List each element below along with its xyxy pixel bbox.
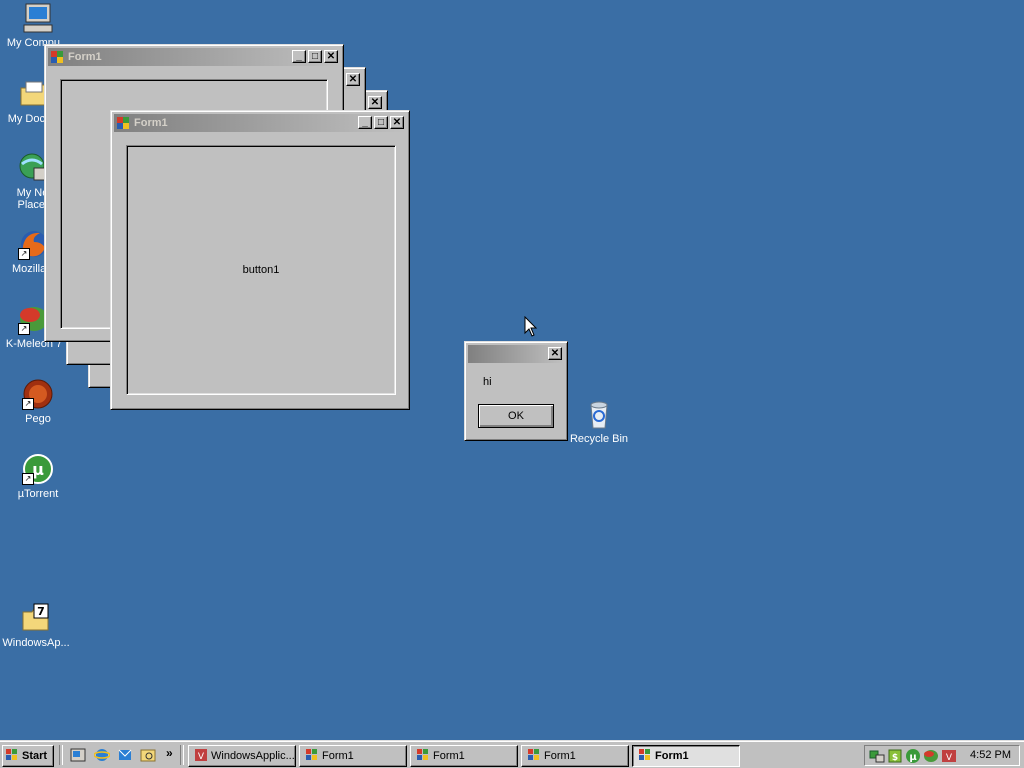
button1-label: button1 xyxy=(242,264,280,276)
form-icon xyxy=(116,116,130,130)
shortcut-arrow-icon: ↗ xyxy=(18,323,30,335)
close-button[interactable]: ✕ xyxy=(548,347,562,360)
show-desktop-icon[interactable] xyxy=(70,747,86,763)
form-icon xyxy=(639,748,651,760)
button1-button[interactable]: button1 xyxy=(126,145,396,395)
quicklaunch-more-icon[interactable]: » xyxy=(166,746,173,760)
utorrent-tray-icon[interactable]: µ xyxy=(905,748,921,764)
folder-icon: 7 xyxy=(20,602,52,634)
maximize-button[interactable]: □ xyxy=(308,50,322,63)
svg-text:7: 7 xyxy=(37,605,45,618)
task-button-label: Form1 xyxy=(322,750,354,762)
start-button[interactable]: Start xyxy=(2,745,54,767)
k-meleon-tray-icon[interactable] xyxy=(923,748,939,764)
task-button-label: Form1 xyxy=(655,750,689,762)
minimize-button[interactable]: _ xyxy=(292,50,306,63)
minimize-button[interactable]: _ xyxy=(358,116,372,129)
desktop-icon-label: WindowsAp... xyxy=(2,637,70,649)
visual-studio-tray-icon[interactable]: V xyxy=(941,748,957,764)
form-icon xyxy=(528,748,540,760)
desktop-icon-label: µTorrent xyxy=(17,488,59,500)
close-button[interactable]: ✕ xyxy=(390,116,404,129)
mouse-cursor-icon xyxy=(524,316,538,337)
svg-text:$: $ xyxy=(892,753,898,763)
form-icon xyxy=(306,748,318,760)
close-button[interactable]: ✕ xyxy=(368,96,382,109)
explorer-icon[interactable] xyxy=(140,747,156,763)
svg-text:V: V xyxy=(198,752,205,761)
message-dialog[interactable]: ✕ hi OK xyxy=(464,341,568,441)
svg-text:V: V xyxy=(946,753,953,763)
window-title: Form1 xyxy=(68,51,102,63)
shortcut-arrow-icon: ↗ xyxy=(22,398,34,410)
task-button-form1[interactable]: Form1 xyxy=(410,745,518,767)
security-tray-icon[interactable]: $ xyxy=(887,748,903,764)
internet-explorer-icon[interactable] xyxy=(94,747,110,763)
recycle-bin-icon xyxy=(583,398,615,430)
maximize-button[interactable]: □ xyxy=(374,116,388,129)
svg-text:µ: µ xyxy=(909,752,917,763)
form-window-front[interactable]: Form1 _ □ ✕ button1 xyxy=(110,110,410,410)
task-button-form1-active[interactable]: Form1 xyxy=(632,745,740,767)
task-button-label: WindowsApplic... xyxy=(211,750,295,762)
shortcut-arrow-icon: ↗ xyxy=(22,473,34,485)
dialog-titlebar[interactable]: ✕ xyxy=(468,345,564,363)
window-title: Form1 xyxy=(134,117,168,129)
form-icon xyxy=(417,748,429,760)
dialog-message: hi xyxy=(483,376,492,388)
visual-studio-icon: V xyxy=(195,748,207,762)
outlook-express-icon[interactable] xyxy=(117,747,133,763)
titlebar[interactable]: Form1 _ □ ✕ xyxy=(48,48,340,66)
task-button-form1[interactable]: Form1 xyxy=(299,745,407,767)
desktop-icon-windowsapp[interactable]: 7 WindowsAp... xyxy=(0,602,74,649)
shortcut-arrow-icon: ↗ xyxy=(18,248,30,260)
ok-button[interactable]: OK xyxy=(478,404,554,428)
task-button-label: Form1 xyxy=(433,750,465,762)
task-button-form1[interactable]: Form1 xyxy=(521,745,629,767)
computer-icon xyxy=(22,2,54,34)
pego-icon: ↗ xyxy=(22,378,54,410)
close-button[interactable]: ✕ xyxy=(324,50,338,63)
titlebar[interactable]: Form1 _ □ ✕ xyxy=(114,114,406,132)
network-tray-icon[interactable] xyxy=(869,748,885,764)
taskbar-separator xyxy=(59,745,63,765)
task-button-label: Form1 xyxy=(544,750,576,762)
desktop-icon-utorrent[interactable]: µ ↗ µTorrent xyxy=(0,453,76,500)
desktop-icon-label: Pego xyxy=(25,413,51,425)
taskbar: Start » V WindowsApplic... Form1 Form1 Fo… xyxy=(0,740,1024,768)
start-label: Start xyxy=(22,750,48,762)
taskbar-separator xyxy=(180,745,184,765)
windows-logo-icon xyxy=(6,748,18,760)
utorrent-icon: µ ↗ xyxy=(22,453,54,485)
clock[interactable]: 4:52 PM xyxy=(970,749,1011,761)
desktop-icon-my-computer[interactable]: My Compu... xyxy=(0,2,76,49)
task-button-windowsapplication[interactable]: V WindowsApplic... xyxy=(188,745,296,767)
desktop-icon-label: Recycle Bin xyxy=(569,433,629,445)
desktop-icon-pego[interactable]: ↗ Pego xyxy=(0,378,76,425)
close-button[interactable]: ✕ xyxy=(346,73,360,86)
form-icon xyxy=(50,50,64,64)
system-tray: $ µ V 4:52 PM xyxy=(864,745,1020,766)
desktop-icon-recycle-bin[interactable]: Recycle Bin xyxy=(561,398,637,445)
ok-button-label: OK xyxy=(508,410,524,422)
